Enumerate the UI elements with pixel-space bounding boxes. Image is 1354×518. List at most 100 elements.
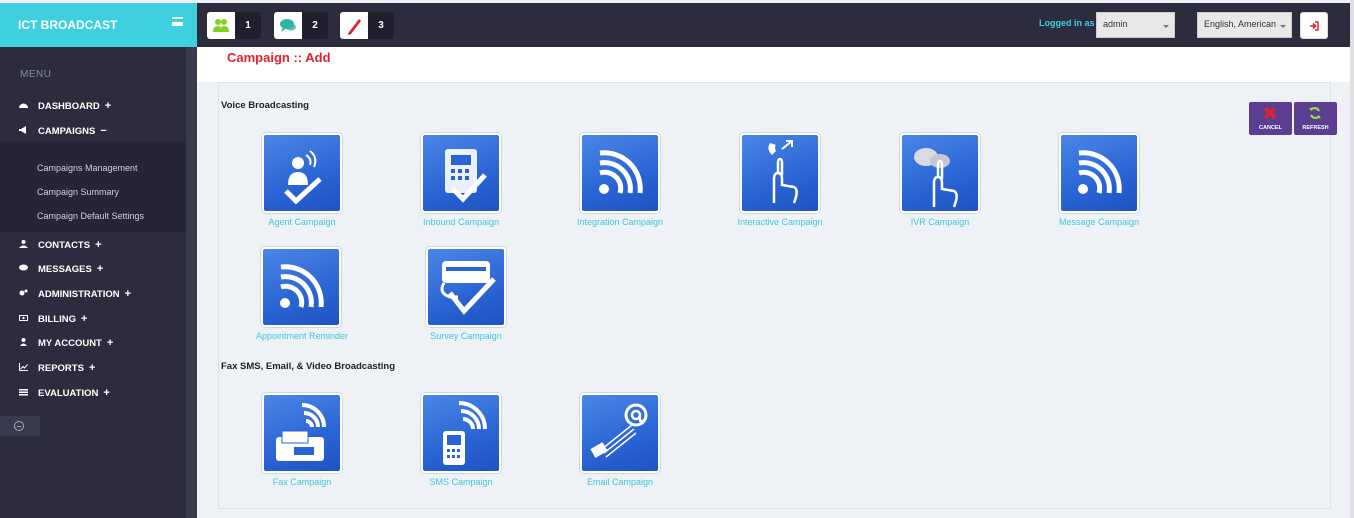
users-icon [207, 12, 235, 39]
messages-icon [19, 264, 28, 271]
hamburger-menu-icon[interactable] [172, 17, 183, 26]
logout-button[interactable] [1300, 12, 1328, 39]
user-select[interactable]: admin [1096, 12, 1175, 38]
language-select[interactable]: English, American [1197, 12, 1292, 38]
interactive-campaign-tile[interactable] [738, 131, 824, 217]
email-campaign-tile[interactable] [578, 391, 664, 477]
cogs-icon [19, 289, 28, 296]
survey-campaign-icon [426, 247, 506, 327]
expand-icon: + [104, 100, 112, 112]
refresh-label: REFRESH [1302, 125, 1329, 131]
integration-campaign-icon [580, 133, 660, 213]
sidebar-item-label: CONTACTS [38, 240, 91, 251]
sidebar: MENU DASHBOARD + CAMPAIGNS − Campaigns Man… [0, 47, 186, 518]
message-campaign-tile[interactable] [1057, 131, 1143, 217]
expand-icon: + [103, 387, 110, 399]
ivr-campaign-tile[interactable] [898, 131, 984, 217]
fax-campaign-icon [262, 393, 342, 473]
sidebar-item-label: MESSAGES [38, 264, 92, 275]
campaign-type-panel: Voice Broadcasting Fax SMS, Email, & Vid… [218, 82, 1337, 509]
inbound-campaign-icon [421, 133, 501, 213]
sidebar-item-administration[interactable]: ADMINISTRATION + [0, 282, 186, 304]
sidebar-item-messages[interactable]: MESSAGES + [0, 257, 186, 279]
agent-campaign-tile[interactable] [260, 131, 346, 217]
logged-in-label: Logged in as : [1039, 18, 1101, 28]
logout-icon [1310, 21, 1319, 31]
chat-icon [274, 12, 302, 39]
appointment-reminder-tile[interactable] [259, 245, 345, 331]
inbound-campaign-label[interactable]: Inbound Campaign [381, 217, 541, 227]
expand-icon: + [124, 288, 132, 300]
sidebar-collapse-button[interactable] [0, 416, 40, 436]
line-chart-icon [19, 363, 28, 371]
page-scrollbar[interactable] [1350, 0, 1354, 518]
agent-campaign-label[interactable]: Agent Campaign [222, 217, 382, 227]
notification-count: 2 [302, 12, 328, 39]
inbound-campaign-tile[interactable] [419, 131, 505, 217]
cancel-button[interactable]: CANCEL [1249, 102, 1292, 135]
refresh-icon [1309, 107, 1321, 119]
sidebar-item-label: DASHBOARD [38, 101, 100, 112]
page-header: Campaign :: Add [197, 47, 1350, 82]
sidebar-item-evaluation[interactable]: EVALUATION + [0, 381, 186, 403]
pen-icon [340, 12, 368, 39]
cancel-label: CANCEL [1259, 125, 1282, 131]
interactive-campaign-label[interactable]: Interactive Campaign [700, 217, 860, 227]
fax-campaign-tile[interactable] [260, 391, 346, 477]
minus-circle-icon [14, 421, 24, 431]
ivr-campaign-icon [900, 133, 980, 213]
list-icon [19, 389, 28, 396]
interactive-campaign-icon [740, 133, 820, 213]
expand-icon: + [95, 239, 102, 251]
megaphone-icon [19, 126, 26, 134]
billing-icon [19, 315, 28, 321]
section-title-voice: Voice Broadcasting [221, 100, 309, 111]
survey-campaign-tile[interactable] [424, 245, 510, 331]
refresh-button[interactable]: REFRESH [1294, 102, 1337, 135]
message-campaign-label[interactable]: Message Campaign [1019, 217, 1179, 227]
top-bar: ICT BROADCAST 1 2 3 Logged in as : admin… [0, 3, 1350, 47]
notification-tasks[interactable]: 3 [340, 12, 394, 39]
chevron-down-icon [1280, 25, 1286, 28]
notification-count: 1 [235, 12, 261, 39]
sidebar-item-reports[interactable]: REPORTS + [0, 356, 186, 378]
sidebar-item-label: BILLING [38, 314, 76, 325]
expand-icon: + [88, 362, 96, 374]
sidebar-item-label: EVALUATION [38, 388, 99, 399]
chevron-down-icon [1163, 25, 1169, 28]
brand[interactable]: ICT BROADCAST [0, 3, 197, 47]
sidebar-item-contacts[interactable]: CONTACTS + [0, 233, 186, 255]
sidebar-item-campaigns[interactable]: CAMPAIGNS − [0, 119, 186, 141]
user-select-value: admin [1103, 19, 1128, 29]
notification-count: 3 [368, 12, 394, 39]
notification-messages[interactable]: 2 [274, 12, 328, 39]
email-campaign-label[interactable]: Email Campaign [540, 477, 700, 487]
collapse-icon: − [100, 125, 107, 137]
sidebar-item-billing[interactable]: BILLING + [0, 307, 186, 329]
integration-campaign-label[interactable]: Integration Campaign [540, 217, 700, 227]
submenu-item-campaigns-management[interactable]: Campaigns Management [37, 163, 138, 173]
dashboard-icon [19, 103, 28, 108]
sidebar-item-label: REPORTS [38, 363, 84, 374]
submenu-item-campaign-default-settings[interactable]: Campaign Default Settings [37, 211, 144, 221]
survey-campaign-label[interactable]: Survey Campaign [386, 331, 546, 341]
sms-campaign-label[interactable]: SMS Campaign [381, 477, 541, 487]
integration-campaign-tile[interactable] [578, 131, 664, 217]
appointment-reminder-label[interactable]: Appointment Reminder [222, 331, 382, 341]
ivr-campaign-label[interactable]: IVR Campaign [860, 217, 1020, 227]
submenu-item-campaign-summary[interactable]: Campaign Summary [37, 187, 119, 197]
email-campaign-icon [580, 393, 660, 473]
notification-users[interactable]: 1 [207, 12, 261, 39]
sms-campaign-icon [421, 393, 501, 473]
sidebar-item-my-account[interactable]: MY ACCOUNT + [0, 331, 186, 353]
brand-name: ICT BROADCAST [18, 18, 118, 32]
sidebar-item-label: MY ACCOUNT [38, 338, 102, 349]
expand-icon: + [96, 263, 104, 275]
sidebar-item-dashboard[interactable]: DASHBOARD + [0, 94, 186, 116]
expand-icon: + [81, 313, 88, 325]
sidebar-item-label: ADMINISTRATION [38, 289, 120, 300]
close-icon [1263, 106, 1277, 120]
fax-campaign-label[interactable]: Fax Campaign [222, 477, 382, 487]
sidebar-edge [186, 47, 197, 518]
sms-campaign-tile[interactable] [419, 391, 505, 477]
